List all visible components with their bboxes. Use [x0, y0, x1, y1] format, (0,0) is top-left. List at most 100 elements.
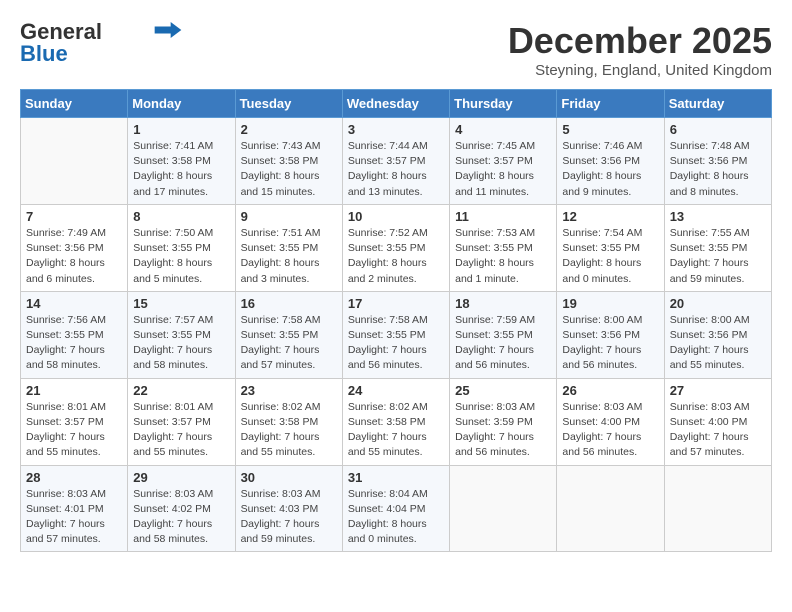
- day-number: 11: [455, 209, 551, 224]
- day-info: Sunrise: 7:52 AM Sunset: 3:55 PM Dayligh…: [348, 226, 444, 287]
- day-info: Sunrise: 7:54 AM Sunset: 3:55 PM Dayligh…: [562, 226, 658, 287]
- calendar-cell: 2Sunrise: 7:43 AM Sunset: 3:58 PM Daylig…: [235, 118, 342, 205]
- day-info: Sunrise: 7:44 AM Sunset: 3:57 PM Dayligh…: [348, 139, 444, 200]
- calendar-cell: 18 Sunrise: 7:59 AM Sunset: 3:55 PM Dayli…: [450, 291, 557, 378]
- calendar-cell: [557, 465, 664, 552]
- calendar-cell: 23 Sunrise: 8:02 AM Sunset: 3:58 PM Dayli…: [235, 378, 342, 465]
- calendar-cell: 6 Sunrise: 7:48 AM Sunset: 3:56 PM Daylig…: [664, 118, 771, 205]
- day-number: 24: [348, 383, 444, 398]
- logo: General Blue: [20, 20, 182, 66]
- day-info: Sunrise: 7:55 AM Sunset: 3:55 PM Dayligh…: [670, 226, 766, 287]
- title-area: December 2025 Steyning, England, United …: [508, 20, 772, 79]
- calendar-cell: 20 Sunrise: 8:00 AM Sunset: 3:56 PM Dayli…: [664, 291, 771, 378]
- calendar-cell: 27 Sunrise: 8:03 AM Sunset: 4:00 PM Dayli…: [664, 378, 771, 465]
- day-info: Sunrise: 7:58 AM Sunset: 3:55 PM Dayligh…: [241, 313, 337, 374]
- day-number: 19: [562, 296, 658, 311]
- calendar-cell: 28 Sunrise: 8:03 AM Sunset: 4:01 PM Dayli…: [21, 465, 128, 552]
- calendar-cell: 16 Sunrise: 7:58 AM Sunset: 3:55 PM Dayli…: [235, 291, 342, 378]
- day-info: Sunrise: 7:59 AM Sunset: 3:55 PM Dayligh…: [455, 313, 551, 374]
- calendar-cell: 12 Sunrise: 7:54 AM Sunset: 3:55 PM Dayli…: [557, 204, 664, 291]
- day-info: Sunrise: 8:04 AM Sunset: 4:04 PM Dayligh…: [348, 487, 444, 548]
- calendar-cell: 14 Sunrise: 7:56 AM Sunset: 3:55 PM Dayli…: [21, 291, 128, 378]
- day-info: Sunrise: 8:03 AM Sunset: 4:03 PM Dayligh…: [241, 487, 337, 548]
- month-title: December 2025: [508, 20, 772, 62]
- day-number: 31: [348, 470, 444, 485]
- day-number: 5: [562, 122, 658, 137]
- day-number: 17: [348, 296, 444, 311]
- calendar-cell: 10Sunrise: 7:52 AM Sunset: 3:55 PM Dayli…: [342, 204, 449, 291]
- calendar-cell: 26Sunrise: 8:03 AM Sunset: 4:00 PM Dayli…: [557, 378, 664, 465]
- day-info: Sunrise: 8:00 AM Sunset: 3:56 PM Dayligh…: [670, 313, 766, 374]
- calendar-cell: 21Sunrise: 8:01 AM Sunset: 3:57 PM Dayli…: [21, 378, 128, 465]
- location-subtitle: Steyning, England, United Kingdom: [508, 62, 772, 79]
- day-number: 27: [670, 383, 766, 398]
- day-number: 30: [241, 470, 337, 485]
- calendar-body: 1Sunrise: 7:41 AM Sunset: 3:58 PM Daylig…: [21, 118, 772, 552]
- day-info: Sunrise: 7:45 AM Sunset: 3:57 PM Dayligh…: [455, 139, 551, 200]
- calendar-week-row: 14 Sunrise: 7:56 AM Sunset: 3:55 PM Dayli…: [21, 291, 772, 378]
- day-number: 3: [348, 122, 444, 137]
- calendar-cell: 4 Sunrise: 7:45 AM Sunset: 3:57 PM Daylig…: [450, 118, 557, 205]
- day-number: 28: [26, 470, 122, 485]
- calendar-cell: 31 Sunrise: 8:04 AM Sunset: 4:04 PM Dayli…: [342, 465, 449, 552]
- day-number: 22: [133, 383, 229, 398]
- calendar-cell: 15Sunrise: 7:57 AM Sunset: 3:55 PM Dayli…: [128, 291, 235, 378]
- day-number: 23: [241, 383, 337, 398]
- day-number: 6: [670, 122, 766, 137]
- calendar-cell: 8Sunrise: 7:50 AM Sunset: 3:55 PM Daylig…: [128, 204, 235, 291]
- calendar-cell: 24 Sunrise: 8:02 AM Sunset: 3:58 PM Dayli…: [342, 378, 449, 465]
- calendar-cell: 11 Sunrise: 7:53 AM Sunset: 3:55 PM Dayli…: [450, 204, 557, 291]
- day-info: Sunrise: 8:01 AM Sunset: 3:57 PM Dayligh…: [26, 400, 122, 461]
- calendar-cell: 17Sunrise: 7:58 AM Sunset: 3:55 PM Dayli…: [342, 291, 449, 378]
- logo-arrow-icon: [154, 22, 182, 38]
- calendar-cell: 22Sunrise: 8:01 AM Sunset: 3:57 PM Dayli…: [128, 378, 235, 465]
- day-number: 14: [26, 296, 122, 311]
- day-number: 13: [670, 209, 766, 224]
- day-number: 16: [241, 296, 337, 311]
- day-number: 8: [133, 209, 229, 224]
- calendar-cell: 29Sunrise: 8:03 AM Sunset: 4:02 PM Dayli…: [128, 465, 235, 552]
- day-info: Sunrise: 8:00 AM Sunset: 3:56 PM Dayligh…: [562, 313, 658, 374]
- calendar-week-row: 28 Sunrise: 8:03 AM Sunset: 4:01 PM Dayli…: [21, 465, 772, 552]
- day-info: Sunrise: 7:51 AM Sunset: 3:55 PM Dayligh…: [241, 226, 337, 287]
- calendar-cell: [450, 465, 557, 552]
- day-number: 7: [26, 209, 122, 224]
- weekday-header-monday: Monday: [128, 90, 235, 118]
- weekday-header-wednesday: Wednesday: [342, 90, 449, 118]
- weekday-header-saturday: Saturday: [664, 90, 771, 118]
- day-info: Sunrise: 8:02 AM Sunset: 3:58 PM Dayligh…: [241, 400, 337, 461]
- calendar-cell: 5Sunrise: 7:46 AM Sunset: 3:56 PM Daylig…: [557, 118, 664, 205]
- day-info: Sunrise: 7:56 AM Sunset: 3:55 PM Dayligh…: [26, 313, 122, 374]
- day-number: 12: [562, 209, 658, 224]
- day-info: Sunrise: 8:03 AM Sunset: 4:02 PM Dayligh…: [133, 487, 229, 548]
- calendar-cell: 3 Sunrise: 7:44 AM Sunset: 3:57 PM Daylig…: [342, 118, 449, 205]
- day-info: Sunrise: 7:43 AM Sunset: 3:58 PM Dayligh…: [241, 139, 337, 200]
- calendar-cell: 19 Sunrise: 8:00 AM Sunset: 3:56 PM Dayli…: [557, 291, 664, 378]
- day-info: Sunrise: 8:03 AM Sunset: 4:00 PM Dayligh…: [562, 400, 658, 461]
- weekday-header-tuesday: Tuesday: [235, 90, 342, 118]
- calendar-week-row: 1Sunrise: 7:41 AM Sunset: 3:58 PM Daylig…: [21, 118, 772, 205]
- calendar-cell: 13 Sunrise: 7:55 AM Sunset: 3:55 PM Dayli…: [664, 204, 771, 291]
- weekday-header-sunday: Sunday: [21, 90, 128, 118]
- calendar-cell: [21, 118, 128, 205]
- calendar-cell: 9 Sunrise: 7:51 AM Sunset: 3:55 PM Daylig…: [235, 204, 342, 291]
- day-info: Sunrise: 7:57 AM Sunset: 3:55 PM Dayligh…: [133, 313, 229, 374]
- calendar-cell: 30 Sunrise: 8:03 AM Sunset: 4:03 PM Dayli…: [235, 465, 342, 552]
- day-info: Sunrise: 7:53 AM Sunset: 3:55 PM Dayligh…: [455, 226, 551, 287]
- day-info: Sunrise: 8:03 AM Sunset: 4:00 PM Dayligh…: [670, 400, 766, 461]
- calendar-cell: 1Sunrise: 7:41 AM Sunset: 3:58 PM Daylig…: [128, 118, 235, 205]
- calendar-week-row: 7 Sunrise: 7:49 AM Sunset: 3:56 PM Daylig…: [21, 204, 772, 291]
- day-number: 9: [241, 209, 337, 224]
- day-info: Sunrise: 8:02 AM Sunset: 3:58 PM Dayligh…: [348, 400, 444, 461]
- day-info: Sunrise: 7:48 AM Sunset: 3:56 PM Dayligh…: [670, 139, 766, 200]
- page-header: General Blue December 2025 Steyning, Eng…: [20, 20, 772, 79]
- day-number: 4: [455, 122, 551, 137]
- weekday-header-friday: Friday: [557, 90, 664, 118]
- day-number: 25: [455, 383, 551, 398]
- day-number: 1: [133, 122, 229, 137]
- day-number: 20: [670, 296, 766, 311]
- weekday-header-thursday: Thursday: [450, 90, 557, 118]
- day-info: Sunrise: 8:03 AM Sunset: 4:01 PM Dayligh…: [26, 487, 122, 548]
- day-info: Sunrise: 7:49 AM Sunset: 3:56 PM Dayligh…: [26, 226, 122, 287]
- day-number: 18: [455, 296, 551, 311]
